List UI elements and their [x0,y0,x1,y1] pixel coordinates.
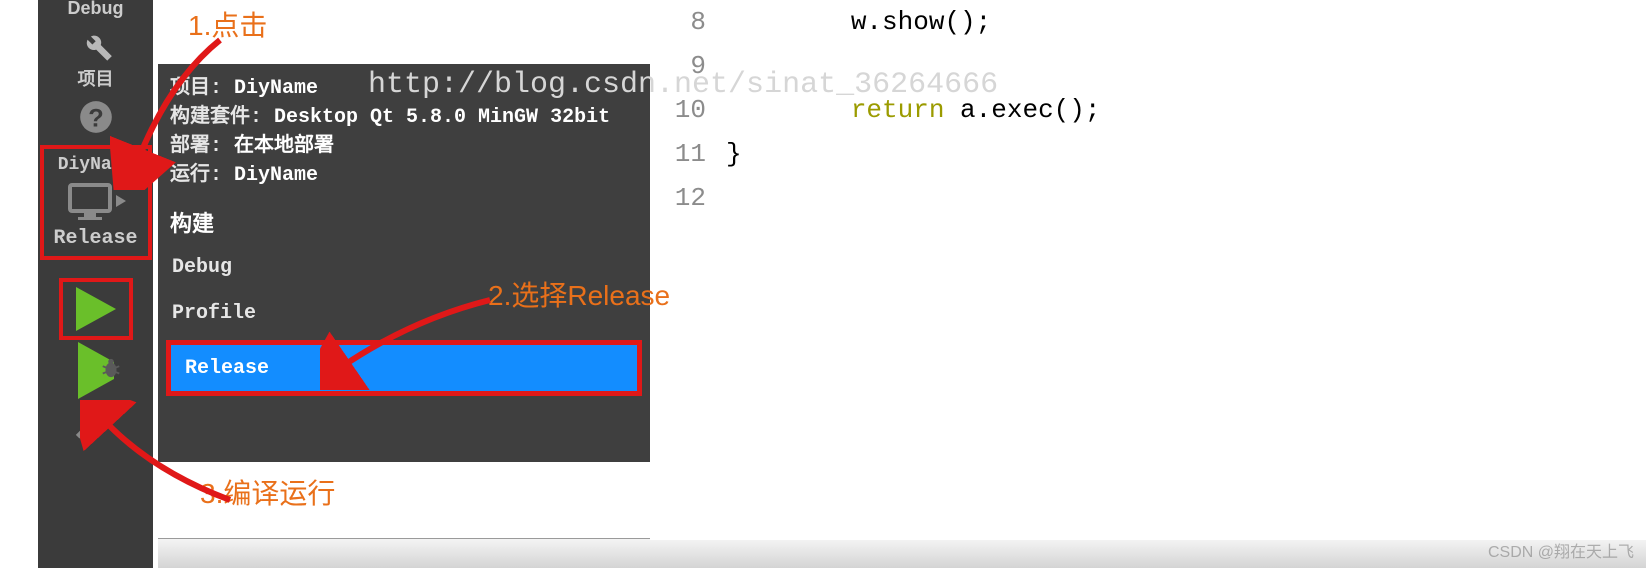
source-lines: w.show(); return a.exec(); } [726,0,1100,220]
info-project-label: 项目: [170,77,222,100]
config-debug[interactable]: Debug [158,244,650,290]
project-label: 项目 [78,65,114,91]
src-line: return a.exec(); [726,88,1100,132]
annotation-3: 3.编译运行 [200,472,335,512]
target-project-name: DiyName [58,155,134,175]
info-kit-value: Desktop Qt 5.8.0 MinGW 32bit [262,106,610,129]
popup-info: 项目: DiyName 构建套件: Desktop Qt 5.8.0 MinGW… [158,64,650,196]
bottom-panel-bar [158,538,1646,568]
info-run-value: DiyName [222,164,318,187]
sidebar-help-button[interactable]: ? [76,97,116,137]
hammer-icon [74,400,118,444]
info-run-label: 运行: [170,164,222,187]
bug-icon [100,357,122,384]
editor-blank-area [158,0,650,64]
target-config-label: Release [53,227,137,250]
line-gutter: 8 9 10 11 12 [650,0,726,220]
info-deploy-value: 在本地部署 [222,135,334,158]
src-line [726,44,1100,88]
config-release[interactable]: Release [171,345,637,391]
line-num: 10 [650,88,706,132]
monitor-icon-row [66,181,126,221]
line-num: 9 [650,44,706,88]
code-editor[interactable]: 8 9 10 11 12 w.show(); return a.exec(); … [650,0,1646,540]
popup-section-header: 构建 [158,196,650,244]
help-icon: ? [76,97,116,137]
sidebar-debug-label: Debug [68,0,124,19]
monitor-icon [66,181,114,221]
run-button[interactable] [59,278,133,340]
config-release-highlight: Release [166,340,642,396]
debug-text: Debug [68,0,124,19]
info-kit-label: 构建套件: [170,106,262,129]
line-num: 8 [650,0,706,44]
info-project-value: DiyName [222,77,318,100]
src-line [726,176,1100,220]
debug-run-button[interactable] [78,362,114,380]
build-config-popup: 项目: DiyName 构建套件: Desktop Qt 5.8.0 MinGW… [158,64,650,462]
src-line: } [726,132,1100,176]
wrench-icon [76,25,116,65]
src-line: w.show(); [726,0,1100,44]
chevron-right-icon [116,195,126,207]
sidebar-project-button[interactable]: 项目 [76,25,116,91]
play-icon [76,287,116,331]
config-profile[interactable]: Profile [158,290,650,336]
line-num: 12 [650,176,706,220]
line-num: 11 [650,132,706,176]
build-button[interactable] [74,400,118,449]
info-deploy-label: 部署: [170,135,222,158]
svg-text:?: ? [88,105,103,133]
mode-sidebar: Debug 项目 ? DiyName Release [38,0,153,568]
popup-spacer [158,404,650,462]
target-selector[interactable]: DiyName Release [40,145,152,260]
